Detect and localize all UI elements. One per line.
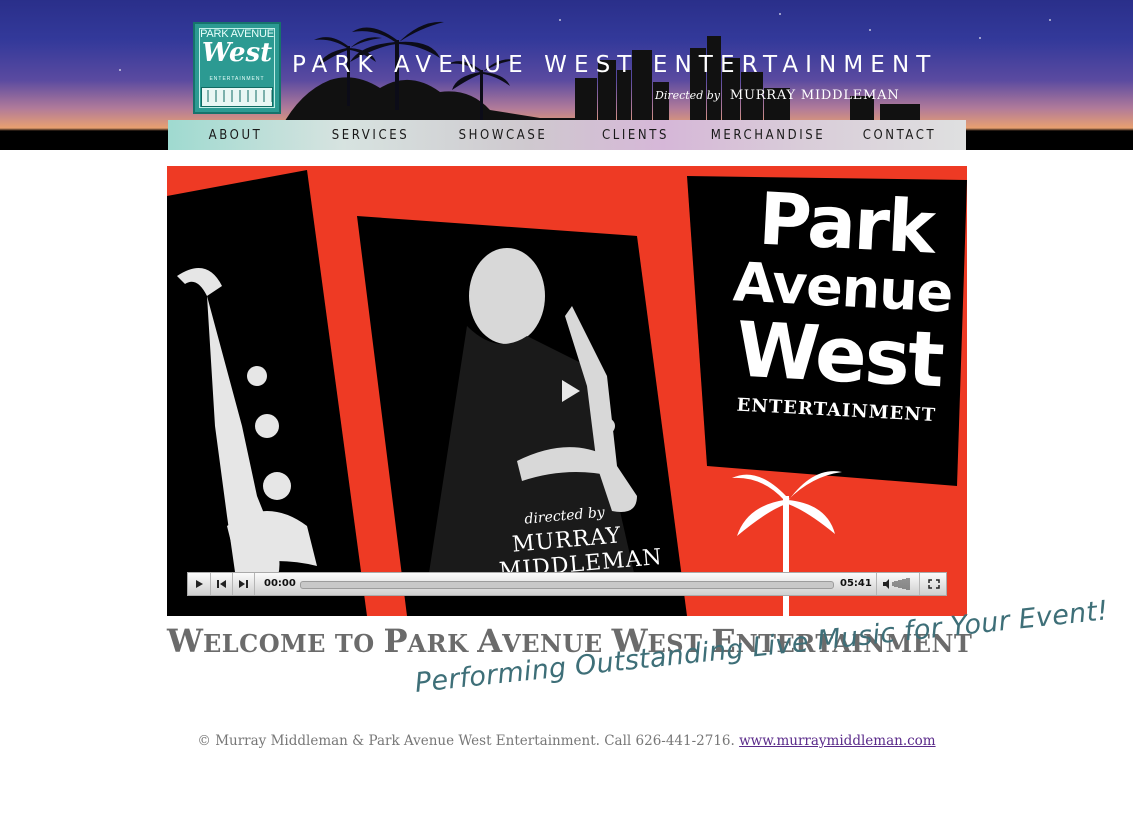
nav-contact[interactable]: CONTACT: [833, 128, 966, 143]
video-controls: 00:00 05:41: [187, 572, 947, 596]
logo-line3: ENTERTAINMENT: [209, 76, 265, 82]
logo-line2: West: [201, 38, 273, 68]
nav-services[interactable]: SERVICES: [303, 128, 438, 143]
big-play-icon[interactable]: [554, 376, 584, 406]
piano-keys-icon: [207, 90, 273, 102]
total-time: 05:41: [840, 578, 872, 589]
footer-website-link[interactable]: www.murraymiddleman.com: [739, 733, 935, 749]
nav-showcase[interactable]: SHOWCASE: [438, 128, 568, 143]
site-footer: © Murray Middleman & Park Avenue West En…: [0, 733, 1133, 749]
nav-clients[interactable]: CLIENTS: [568, 128, 703, 143]
site-subtitle: Directed by MURRAY MIDDLEMAN: [655, 88, 900, 103]
heading-cap: W: [167, 622, 203, 660]
site-title: PARK AVENUE WEST ENTERTAINMENT: [292, 52, 938, 78]
progress-bar[interactable]: [300, 581, 834, 589]
current-time: 00:00: [264, 578, 296, 589]
video-player[interactable]: Park Avenue West ENTERTAINMENT directed …: [167, 166, 967, 616]
subtitle-directed-by: Directed by: [655, 89, 720, 102]
poster-line3: West: [734, 304, 945, 405]
site-logo[interactable]: PARK AVENUE West ENTERTAINMENT: [193, 22, 281, 114]
poster-title: Park Avenue West ENTERTAINMENT: [721, 177, 963, 427]
volume-icon[interactable]: [876, 573, 920, 595]
subtitle-director-name: MURRAY MIDDLEMAN: [729, 88, 900, 103]
logo-keyboard-graphic: [201, 87, 273, 107]
main-nav: ABOUT SERVICES SHOWCASE CLIENTS MERCHAND…: [168, 120, 966, 150]
heading-cap: A: [477, 622, 503, 660]
heading-cap: P: [383, 622, 408, 660]
skip-forward-icon[interactable]: [233, 573, 255, 595]
copyright-text: © Murray Middleman & Park Avenue West En…: [197, 733, 735, 749]
heading-rest: ARK: [407, 629, 478, 658]
heading-rest: ELCOME TO: [202, 629, 384, 658]
nav-merchandise[interactable]: MERCHANDISE: [703, 128, 833, 143]
fullscreen-icon[interactable]: [922, 573, 946, 595]
nav-about[interactable]: ABOUT: [168, 128, 303, 143]
skip-back-icon[interactable]: [211, 573, 233, 595]
play-icon[interactable]: [188, 573, 211, 595]
